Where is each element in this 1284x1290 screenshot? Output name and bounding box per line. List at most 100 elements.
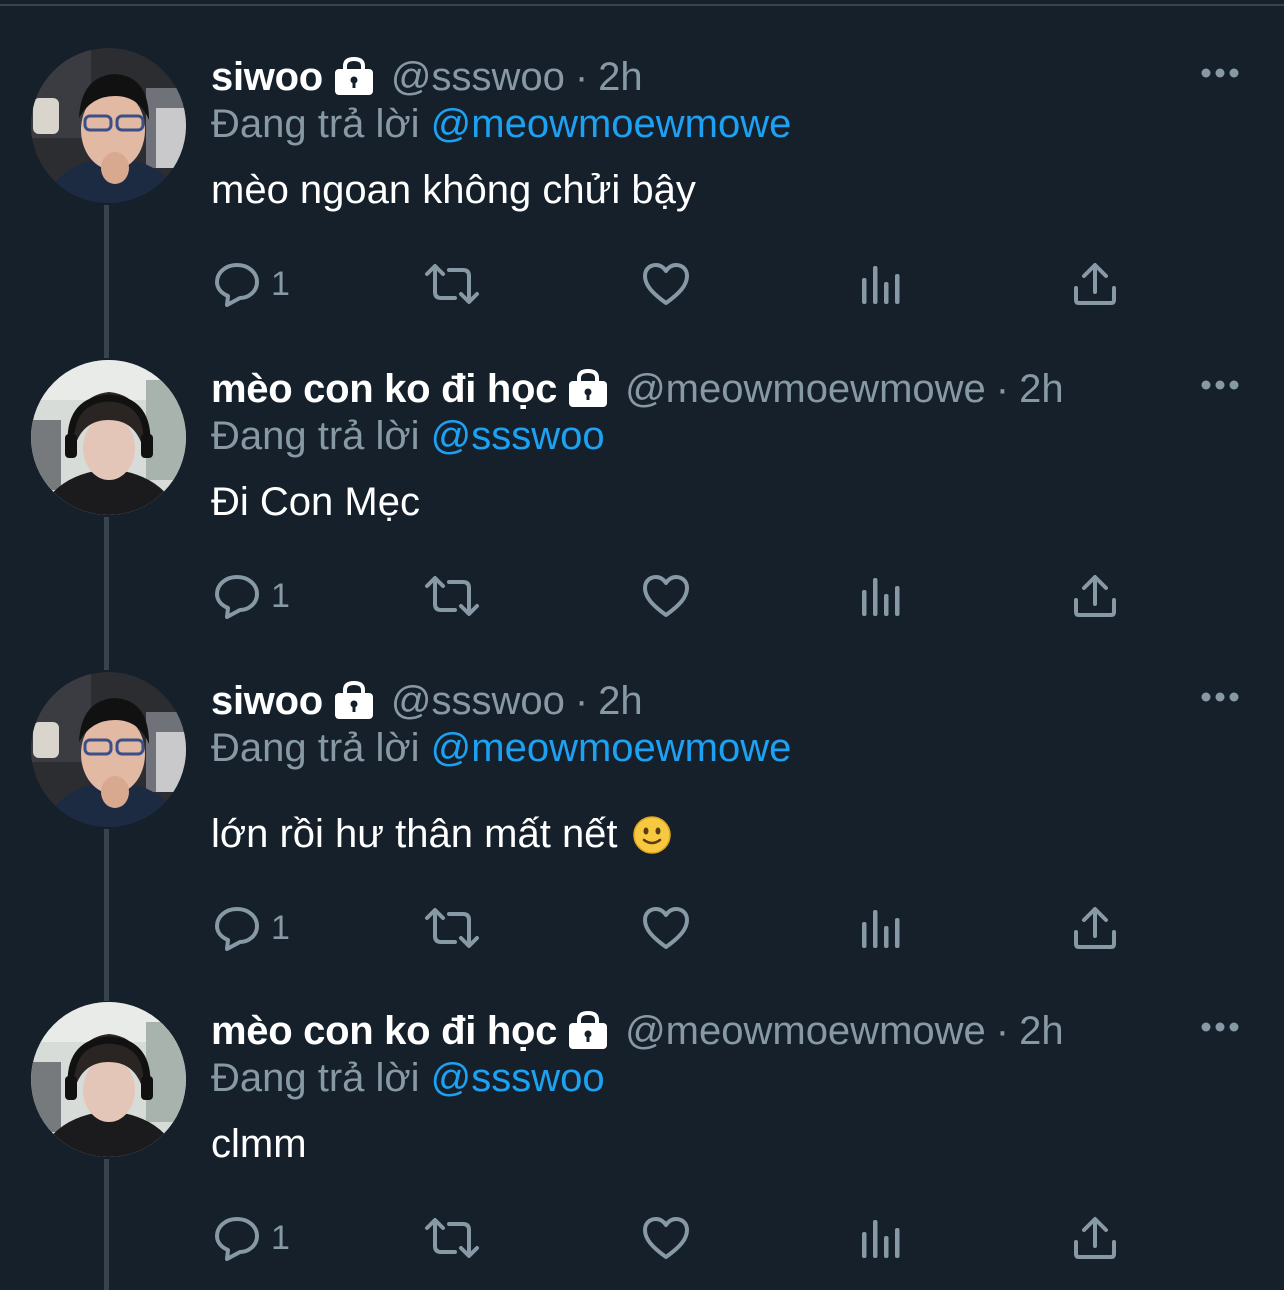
- more-options-icon[interactable]: [1200, 378, 1240, 392]
- like-button[interactable]: [642, 1208, 690, 1268]
- display-name[interactable]: mèo con ko đi học: [211, 367, 557, 412]
- heart-icon: [643, 907, 689, 949]
- share-icon: [1074, 575, 1116, 617]
- tweet[interactable]: siwoo @ssswoo · 2h Đang trả lời @meowmoe…: [0, 672, 1284, 984]
- timestamp[interactable]: 2h: [598, 55, 643, 100]
- handle[interactable]: @meowmoewmowe: [625, 1009, 986, 1054]
- tweet-actions: 1: [0, 1208, 1284, 1268]
- display-name[interactable]: siwoo: [211, 679, 323, 724]
- tweet-text-content: mèo ngoan không chửi bậy: [211, 168, 696, 212]
- avatar[interactable]: [31, 360, 186, 515]
- heart-icon: [643, 575, 689, 617]
- reply-count: 1: [271, 1218, 290, 1257]
- tweet[interactable]: mèo con ko đi học @meowmoewmowe · 2h Đan…: [0, 1002, 1284, 1290]
- avatar[interactable]: [31, 672, 186, 827]
- reply-count: 1: [271, 908, 290, 947]
- tweet-text: Đi Con Mẹc: [211, 480, 420, 525]
- retweet-icon: [425, 576, 479, 616]
- tweet-actions: 1: [0, 566, 1284, 626]
- timestamp[interactable]: 2h: [1019, 1009, 1064, 1054]
- reply-icon: [215, 263, 259, 307]
- analytics-icon: [862, 910, 900, 948]
- display-name[interactable]: mèo con ko đi học: [211, 1009, 557, 1054]
- reply-mention-link[interactable]: @ssswoo: [431, 414, 605, 458]
- tweet-text-content: lớn rồi hư thân mất nết: [211, 812, 618, 856]
- timestamp[interactable]: 2h: [1019, 367, 1064, 412]
- replying-to: Đang trả lời @meowmoewmowe: [211, 102, 791, 147]
- replying-to-label: Đang trả lời: [211, 102, 420, 146]
- reply-button[interactable]: 1: [213, 566, 290, 626]
- share-icon: [1074, 907, 1116, 949]
- analytics-icon: [862, 1220, 900, 1258]
- lock-icon: [569, 369, 608, 407]
- retweet-button[interactable]: [424, 566, 480, 626]
- heart-icon: [643, 263, 689, 305]
- tweet-text: clmm: [211, 1122, 307, 1167]
- avatar[interactable]: [31, 48, 186, 203]
- analytics-button[interactable]: [860, 254, 902, 314]
- share-icon: [1074, 1217, 1116, 1259]
- heart-icon: [643, 1217, 689, 1259]
- lock-icon: [334, 681, 373, 719]
- reply-button[interactable]: 1: [213, 254, 290, 314]
- analytics-button[interactable]: [860, 566, 902, 626]
- reply-button[interactable]: 1: [213, 898, 290, 958]
- reply-button[interactable]: 1: [213, 1208, 290, 1268]
- share-button[interactable]: [1073, 1208, 1117, 1268]
- reply-mention-link[interactable]: @meowmoewmowe: [431, 726, 792, 770]
- tweet-actions: 1: [0, 898, 1284, 958]
- analytics-button[interactable]: [860, 898, 902, 958]
- tweet[interactable]: siwoo @ssswoo · 2h Đang trả lời @meowmoe…: [0, 48, 1284, 360]
- slightly-smiling-face-icon: [632, 815, 671, 854]
- more-options-icon[interactable]: [1200, 66, 1240, 80]
- timestamp[interactable]: 2h: [598, 679, 643, 724]
- retweet-icon: [425, 908, 479, 948]
- tweet-text-content: Đi Con Mẹc: [211, 480, 420, 524]
- display-name[interactable]: siwoo: [211, 55, 323, 100]
- replying-to: Đang trả lời @meowmoewmowe: [211, 726, 791, 771]
- separator: ·: [995, 1008, 1010, 1053]
- like-button[interactable]: [642, 566, 690, 626]
- handle[interactable]: @meowmoewmowe: [625, 367, 986, 412]
- handle[interactable]: @ssswoo: [391, 679, 565, 724]
- reply-icon: [215, 907, 259, 951]
- reply-mention-link[interactable]: @ssswoo: [431, 1056, 605, 1100]
- lock-icon: [334, 57, 373, 95]
- tweet-text: lớn rồi hư thân mất nết: [211, 812, 672, 857]
- more-options-icon[interactable]: [1200, 1020, 1240, 1034]
- top-border: [0, 0, 1284, 6]
- avatar[interactable]: [31, 1002, 186, 1157]
- like-button[interactable]: [642, 898, 690, 958]
- retweet-button[interactable]: [424, 1208, 480, 1268]
- separator: ·: [995, 366, 1010, 411]
- like-button[interactable]: [642, 254, 690, 314]
- tweet-header: mèo con ko đi học @meowmoewmowe · 2h: [211, 1006, 1064, 1056]
- tweet-text: mèo ngoan không chửi bậy: [211, 168, 696, 213]
- replying-to-label: Đang trả lời: [211, 414, 420, 458]
- share-button[interactable]: [1073, 566, 1117, 626]
- tweet-text-content: clmm: [211, 1122, 307, 1166]
- tweet-header: mèo con ko đi học @meowmoewmowe · 2h: [211, 364, 1064, 414]
- analytics-button[interactable]: [860, 1208, 902, 1268]
- retweet-button[interactable]: [424, 898, 480, 958]
- reply-mention-link[interactable]: @meowmoewmowe: [431, 102, 792, 146]
- tweet[interactable]: mèo con ko đi học @meowmoewmowe · 2h Đan…: [0, 360, 1284, 672]
- more-options-icon[interactable]: [1200, 690, 1240, 704]
- analytics-icon: [862, 266, 900, 304]
- tweet-header: siwoo @ssswoo · 2h: [211, 676, 643, 726]
- handle[interactable]: @ssswoo: [391, 55, 565, 100]
- share-button[interactable]: [1073, 898, 1117, 958]
- separator: ·: [574, 678, 589, 723]
- replying-to-label: Đang trả lời: [211, 726, 420, 770]
- replying-to: Đang trả lời @ssswoo: [211, 414, 605, 459]
- retweet-button[interactable]: [424, 254, 480, 314]
- tweet-header: siwoo @ssswoo · 2h: [211, 52, 643, 102]
- separator: ·: [574, 54, 589, 99]
- retweet-icon: [425, 1218, 479, 1258]
- tweet-actions: 1: [0, 254, 1284, 314]
- reply-icon: [215, 575, 259, 619]
- reply-count: 1: [271, 576, 290, 615]
- reply-icon: [215, 1217, 259, 1261]
- replying-to: Đang trả lời @ssswoo: [211, 1056, 605, 1101]
- share-button[interactable]: [1073, 254, 1117, 314]
